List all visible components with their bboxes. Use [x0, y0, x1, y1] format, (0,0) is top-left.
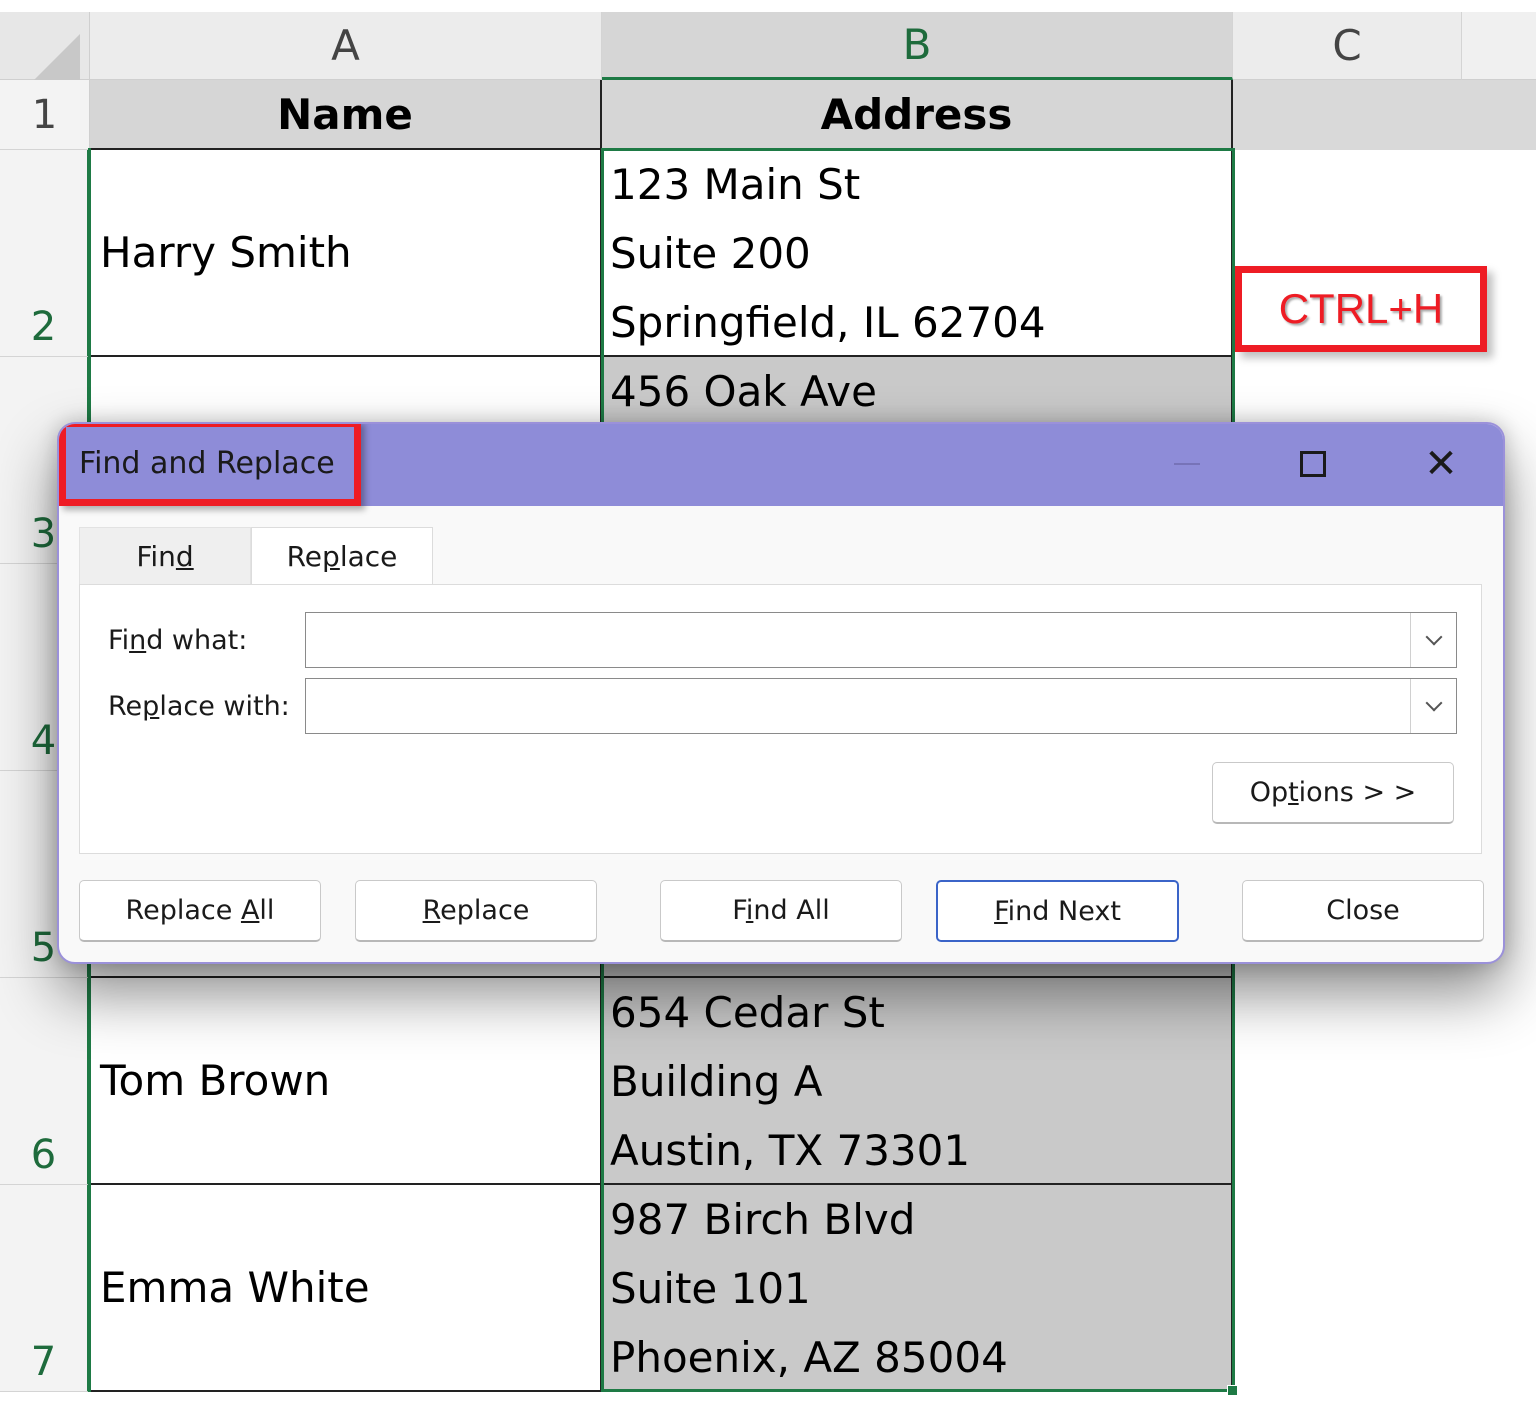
address-line: Suite 101 — [610, 1254, 1231, 1323]
address-line: 456 Oak Ave — [610, 357, 1231, 426]
minimize-icon — [1174, 463, 1200, 465]
chevron-down-icon — [1425, 629, 1442, 646]
address-line: Austin, TX 73301 — [610, 1116, 1231, 1185]
button-label: Find All — [732, 895, 829, 926]
fill-handle[interactable] — [1227, 1385, 1238, 1396]
button-label: Replace — [423, 895, 530, 926]
chevron-down-icon — [1425, 695, 1442, 712]
address-line: Building A — [610, 1047, 1231, 1116]
row-header-7[interactable]: 7 — [0, 1185, 90, 1392]
close-window-button[interactable]: ✕ — [1411, 436, 1471, 492]
shortcut-callout: CTRL+H — [1235, 266, 1487, 352]
replace-all-button[interactable]: Replace All — [79, 880, 321, 942]
maximize-button[interactable] — [1283, 436, 1343, 492]
replace-with-dropdown-button[interactable] — [1410, 679, 1456, 733]
column-header-b[interactable]: B — [602, 12, 1233, 80]
cell-b6[interactable]: 654 Cedar St Building A Austin, TX 73301 — [602, 978, 1233, 1185]
tab-label: Find — [136, 540, 193, 573]
minimize-button[interactable] — [1157, 436, 1217, 492]
replace-button[interactable]: Replace — [355, 880, 597, 942]
address-line: 654 Cedar St — [610, 978, 1231, 1047]
cell-a2[interactable]: Harry Smith — [90, 150, 602, 357]
button-label: Close — [1326, 895, 1400, 926]
close-icon: ✕ — [1424, 444, 1458, 484]
button-label: Find Next — [994, 896, 1121, 927]
cell-text: Harry Smith — [100, 228, 352, 277]
header-fill-extension — [1233, 80, 1536, 150]
address-line: Suite 200 — [610, 219, 1231, 288]
replace-with-label: Replace with: — [108, 691, 290, 722]
select-all-triangle-icon — [30, 34, 80, 84]
cell-text: Tom Brown — [100, 1056, 330, 1105]
cell-b2[interactable]: 123 Main St Suite 200 Springfield, IL 62… — [602, 150, 1233, 357]
replace-with-input[interactable] — [306, 679, 1406, 733]
maximize-icon — [1300, 451, 1326, 477]
select-all-corner[interactable] — [0, 12, 90, 80]
column-header-a[interactable]: A — [90, 12, 602, 80]
replace-with-combobox[interactable] — [305, 678, 1457, 734]
row-header-1[interactable]: 1 — [0, 80, 90, 150]
column-header-d[interactable] — [1462, 12, 1536, 80]
cell-b1-address-header[interactable]: Address — [602, 80, 1233, 150]
row-header-6[interactable]: 6 — [0, 978, 90, 1185]
find-what-dropdown-button[interactable] — [1410, 613, 1456, 667]
close-button[interactable]: Close — [1242, 880, 1484, 942]
tab-find[interactable]: Find — [79, 527, 251, 585]
find-all-button[interactable]: Find All — [660, 880, 902, 942]
title-highlight-box — [59, 422, 361, 506]
column-header-c[interactable]: C — [1233, 12, 1462, 80]
cell-a6[interactable]: Tom Brown — [90, 978, 602, 1185]
button-label: Options > > — [1250, 777, 1417, 808]
cell-text: Emma White — [100, 1263, 370, 1312]
replace-panel: Find what: Replace with: Options > > — [79, 584, 1482, 854]
address-line: 123 Main St — [610, 150, 1231, 219]
find-what-combobox[interactable] — [305, 612, 1457, 668]
address-line: Springfield, IL 62704 — [610, 288, 1231, 357]
tab-replace[interactable]: Replace — [251, 527, 433, 585]
button-label: Replace All — [126, 895, 275, 926]
cell-b7[interactable]: 987 Birch Blvd Suite 101 Phoenix, AZ 850… — [602, 1185, 1233, 1392]
address-line: 987 Birch Blvd — [610, 1185, 1231, 1254]
find-what-label: Find what: — [108, 625, 247, 656]
cell-a7[interactable]: Emma White — [90, 1185, 602, 1392]
options-button[interactable]: Options > > — [1212, 762, 1454, 824]
find-what-input[interactable] — [306, 613, 1406, 667]
cell-a1-name-header[interactable]: Name — [90, 80, 602, 150]
address-line: Phoenix, AZ 85004 — [610, 1323, 1231, 1392]
find-next-button[interactable]: Find Next — [936, 880, 1179, 942]
row-header-2[interactable]: 2 — [0, 150, 90, 357]
tab-label: Replace — [287, 540, 398, 573]
find-replace-dialog: Find and Replace ✕ Find Replace Find wha… — [57, 422, 1505, 964]
